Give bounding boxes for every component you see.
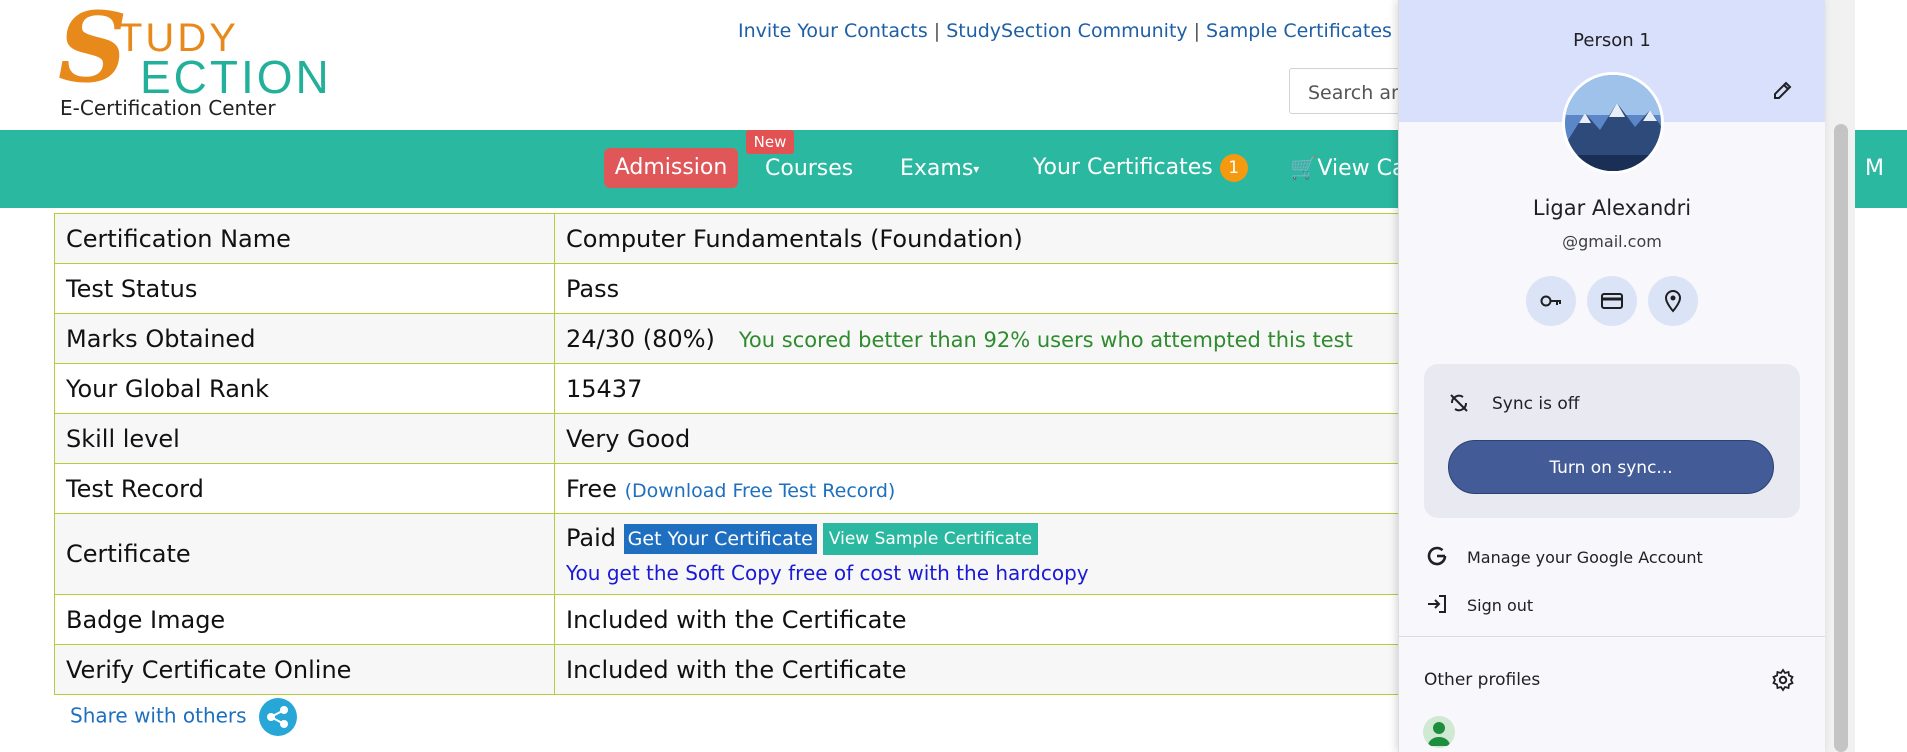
top-links: Invite Your Contacts | StudySection Commun… xyxy=(738,20,1404,42)
logo-subtitle: E-Certification Center xyxy=(60,96,276,120)
sync-status: Sync is off xyxy=(1492,394,1580,414)
sample-certificates-label: Sample Certificates xyxy=(1206,20,1392,42)
share-label: Share with others xyxy=(70,703,247,728)
marks-value: 24/30 (80%) xyxy=(566,324,715,353)
certificate-count-badge: 1 xyxy=(1219,154,1248,182)
scrollbar-thumb[interactable] xyxy=(1834,124,1848,752)
share-with-others[interactable]: Share with others xyxy=(70,698,297,736)
nav-cart-label: View Ca xyxy=(1317,156,1406,181)
row-label: Badge Image xyxy=(54,594,555,645)
share-icon[interactable] xyxy=(258,698,297,736)
payment-methods-button[interactable] xyxy=(1587,276,1637,326)
addresses-button[interactable] xyxy=(1648,276,1698,326)
card-icon xyxy=(1601,293,1623,309)
avatar xyxy=(1562,72,1664,174)
studysection-logo[interactable]: S TUDY ECTION E-Certification Center xyxy=(58,0,329,120)
chevron-down-icon: ▾ xyxy=(973,162,980,176)
nav-courses[interactable]: Courses xyxy=(765,156,853,181)
location-icon xyxy=(1664,290,1682,313)
manage-account-label: Manage your Google Account xyxy=(1467,548,1703,567)
key-icon xyxy=(1540,295,1561,307)
sync-card: Sync is off Turn on sync... xyxy=(1424,364,1800,518)
community-link[interactable]: StudySection Community xyxy=(946,20,1187,42)
row-label: Verify Certificate Online xyxy=(54,644,555,695)
divider xyxy=(1399,636,1825,637)
profile-user-email: @gmail.com xyxy=(1562,232,1662,251)
row-label: Test Status xyxy=(54,263,555,314)
nav-overflow[interactable]: M xyxy=(1855,130,1907,208)
nav-exams-label: Exams xyxy=(900,156,974,181)
logo-letter: S xyxy=(58,0,128,104)
nav-certificates-label: Your Certificates xyxy=(1033,155,1213,180)
nav-exams[interactable]: Exams▾ xyxy=(900,156,979,181)
row-label: Your Global Rank xyxy=(54,363,555,414)
sync-off-icon xyxy=(1448,392,1470,418)
other-profile-avatar[interactable] xyxy=(1423,716,1455,748)
sign-out-label: Sign out xyxy=(1467,596,1534,615)
test-record-value: Free xyxy=(566,474,617,503)
percentile-note: You scored better than 92% users who att… xyxy=(738,327,1353,352)
profile-panel: Person 1 Ligar Alexandri @gmail.com Sync… xyxy=(1398,0,1825,752)
turn-on-sync-button[interactable]: Turn on sync... xyxy=(1448,440,1774,494)
sign-out-icon xyxy=(1425,592,1449,616)
edit-pencil-icon[interactable] xyxy=(1771,78,1795,102)
sample-certificates-link[interactable]: Sample Certificates ▾ xyxy=(1206,20,1404,42)
row-label: Skill level xyxy=(54,413,555,464)
new-badge: New xyxy=(746,130,794,154)
row-label: Certificate xyxy=(54,513,555,595)
passwords-button[interactable] xyxy=(1526,276,1576,326)
gear-icon[interactable] xyxy=(1771,668,1795,696)
nav-your-certificates[interactable]: Your Certificates 1 xyxy=(1033,154,1248,182)
profile-label: Person 1 xyxy=(1573,30,1651,51)
row-label: Test Record xyxy=(54,463,555,514)
nav-view-cart[interactable]: 🛒View Ca xyxy=(1290,156,1405,181)
profile-user-name: Ligar Alexandri xyxy=(1532,196,1692,220)
view-sample-certificate-button[interactable]: View Sample Certificate xyxy=(822,523,1039,555)
row-label: Certification Name xyxy=(54,213,555,264)
page-scrollbar[interactable] xyxy=(1824,0,1855,752)
get-certificate-button[interactable]: Get Your Certificate xyxy=(623,524,817,554)
certificate-value: Paid xyxy=(566,524,617,552)
other-profiles-title: Other profiles xyxy=(1424,670,1541,690)
cart-icon: 🛒 xyxy=(1290,156,1318,181)
download-test-record-link[interactable]: (Download Free Test Record) xyxy=(625,480,896,502)
admission-button[interactable]: Admission xyxy=(604,148,738,188)
invite-contacts-link[interactable]: Invite Your Contacts xyxy=(738,20,928,42)
google-icon xyxy=(1425,544,1449,568)
row-label: Marks Obtained xyxy=(54,313,555,364)
